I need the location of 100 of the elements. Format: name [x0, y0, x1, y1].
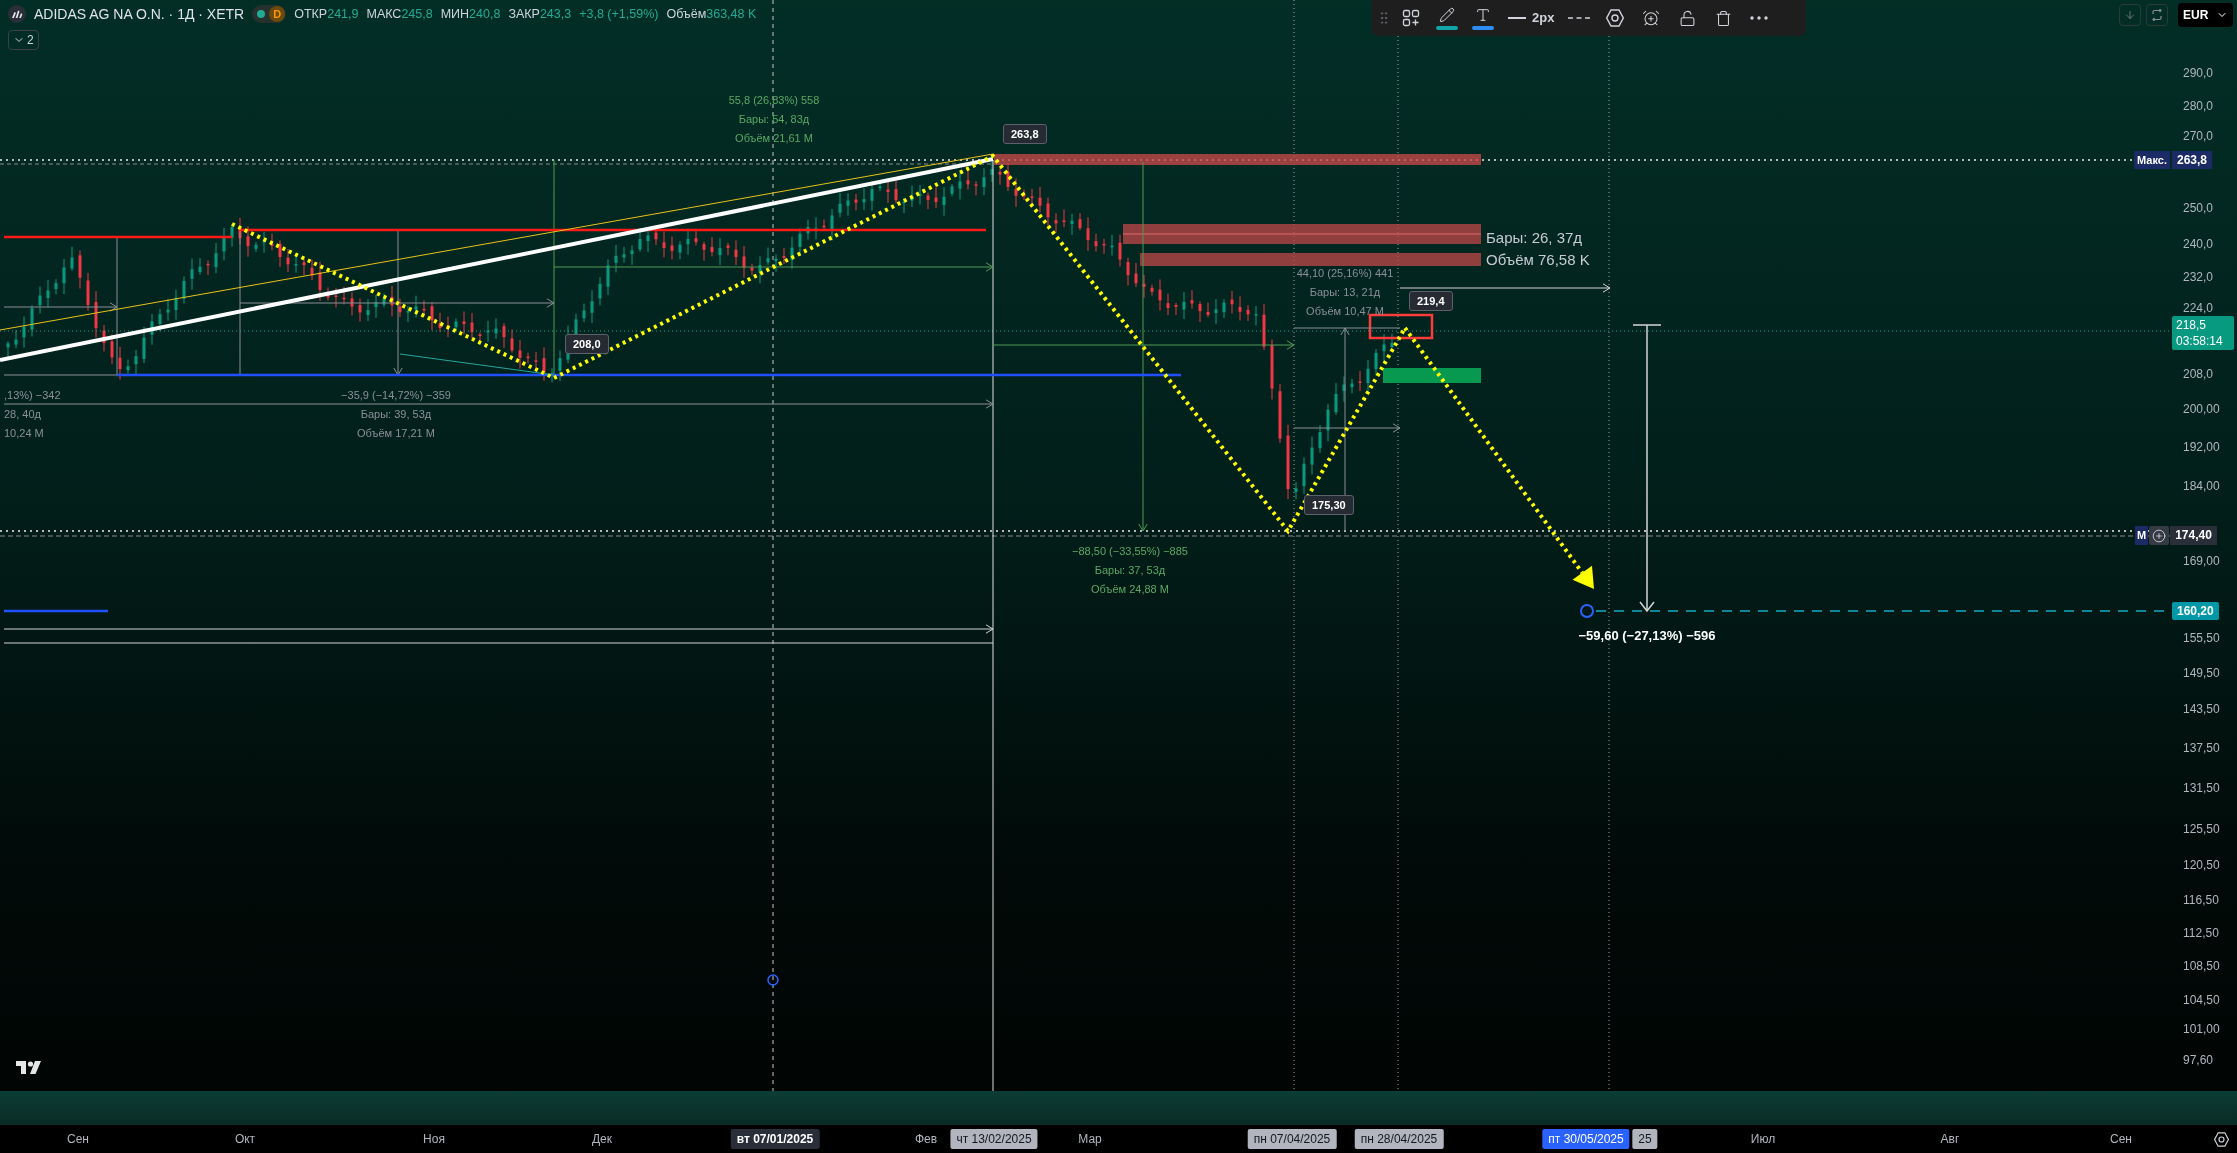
ring-icon — [1580, 604, 1594, 618]
more-icon — [1750, 16, 1769, 20]
ohlc-value: 243,3 — [539, 5, 572, 23]
price-callout: 219,4 — [1409, 291, 1453, 311]
time-label: Июл — [1750, 1131, 1776, 1148]
alarm-clock-plus-icon — [1642, 9, 1661, 27]
text-icon — [1475, 6, 1491, 23]
price-tick: 224,0 — [2183, 301, 2214, 315]
time-label: Дек — [591, 1131, 613, 1148]
price-tick: 192,00 — [2183, 440, 2220, 454]
price-tick: 137,50 — [2183, 741, 2220, 755]
price-tick: 250,0 — [2183, 201, 2214, 215]
measurement-label: Бары: 39, 53д — [360, 407, 432, 421]
ring-icon — [767, 974, 779, 986]
collapse-button[interactable]: 2 — [8, 30, 39, 50]
price-tick: 101,00 — [2183, 1022, 2220, 1036]
marker-label: М — [2135, 526, 2149, 545]
time-label: Окт — [234, 1131, 256, 1148]
measurement-label: Бары: 26, 37д — [1486, 228, 1583, 248]
price-tick: 104,50 — [2183, 993, 2220, 1007]
price-tick: 184,00 — [2183, 479, 2220, 493]
price-tick: 116,50 — [2183, 893, 2219, 907]
price-tick: 270,0 — [2183, 129, 2214, 143]
price-tick: 131,50 — [2183, 781, 2220, 795]
price-callout: 175,30 — [1304, 495, 1354, 515]
time-label: Мар — [1078, 1131, 1102, 1148]
marker-label: Макс. — [2134, 151, 2170, 169]
time-label: Фев — [914, 1131, 938, 1148]
price-tick: 143,50 — [2183, 702, 2220, 716]
line-width-icon — [1508, 17, 1526, 19]
price-tick: 97,60 — [2183, 1053, 2214, 1067]
plus-circle-icon — [2152, 528, 2167, 543]
time-label: Ноя — [423, 1131, 445, 1148]
measurement-label: Объём 17,21 M — [357, 426, 435, 440]
price-tick: 108,50 — [2183, 959, 2220, 973]
dashed-line-icon — [1568, 17, 1591, 19]
measurement-label: −35,9 (−14,72%) −359 — [341, 388, 451, 402]
time-label: Авг — [1940, 1131, 1960, 1148]
price-callout: 263,8 — [1003, 124, 1047, 144]
measurement-label: −59,60 (−27,13%) −596 — [1578, 627, 1716, 645]
scale-mode-button[interactable] — [2146, 4, 2168, 26]
price-value: 218,5 — [2176, 317, 2207, 333]
pencil-icon — [1439, 6, 1455, 23]
time-label: чт 13/02/2025 — [950, 1129, 1038, 1149]
logo-icon — [8, 5, 26, 23]
measurement-label: ,13%) −342 — [4, 388, 61, 402]
price-change: +3,8 (+1,59%) — [579, 5, 659, 23]
measurement-label: Бары: 37, 53д — [1094, 563, 1166, 577]
price-tick: 200,00 — [2183, 402, 2220, 416]
line-width-button[interactable]: 2px — [1502, 3, 1561, 33]
settings-icon — [1606, 9, 1625, 27]
volume-label: Объём — [666, 5, 707, 23]
price-marker: 263,8 — [2171, 151, 2212, 169]
swap-arrows-icon — [2151, 9, 2163, 21]
ohlc-value: 240,8 — [469, 5, 501, 23]
price-tick: 290,0 — [2183, 66, 2214, 80]
time-label: пн 28/04/2025 — [1354, 1129, 1444, 1149]
delay-indicator: D — [269, 6, 286, 22]
measurement-label: Объём 21,61 M — [735, 131, 813, 145]
price-tick: 280,0 — [2183, 99, 2214, 113]
grid-plus-icon — [1402, 9, 1420, 27]
time-label: 25 — [1632, 1129, 1658, 1149]
logo-icon — [16, 1061, 42, 1074]
measurement-label: Объём 10,47 M — [1306, 304, 1384, 318]
time-label: пт 30/05/2025 — [1542, 1129, 1630, 1149]
price-tick: 240,0 — [2183, 237, 2214, 251]
time-label: пн 07/04/2025 — [1247, 1129, 1337, 1149]
unlock-icon — [1678, 9, 1696, 27]
symbol-title: ADIDAS AG NA O.N. · 1Д · XETR — [34, 4, 245, 24]
price-tick: 155,50 — [2183, 631, 2220, 645]
price-marker: 160,20 — [2172, 602, 2219, 620]
measurement-label: 10,24 M — [4, 426, 44, 440]
ohlc-value: 245,8 — [401, 5, 433, 23]
ohlc-label: ОТКР — [294, 5, 328, 23]
measurement-label: Бары: 13, 21д — [1309, 285, 1381, 299]
arrow-down-icon — [2124, 9, 2136, 21]
measurement-label: Объём 76,58 K — [1486, 250, 1590, 270]
time-label: Сен — [2110, 1131, 2132, 1148]
settings-icon — [2213, 1131, 2229, 1147]
countdown-timer: 03:58:14 — [2176, 333, 2223, 349]
price-tick: 120,50 — [2183, 858, 2220, 872]
measurement-label: 28, 40д — [4, 407, 41, 421]
measurement-label: −88,50 (−33,55%) −885 — [1072, 544, 1188, 558]
measurement-label: 44,10 (25,16%) 441 — [1296, 266, 1394, 280]
measurement-label: Объём 24,88 M — [1091, 582, 1169, 596]
price-tick: 125,50 — [2183, 822, 2220, 836]
measurement-label: Бары: 54, 83д — [738, 112, 810, 126]
price-tick: 169,00 — [2183, 554, 2220, 568]
trash-icon — [1714, 9, 1732, 27]
time-label: вт 07/01/2025 — [730, 1129, 820, 1149]
currency-dropdown[interactable]: EUR — [2178, 3, 2233, 27]
status-dot-icon — [257, 10, 266, 18]
price-callout: 208,0 — [565, 334, 609, 354]
price-tick: 149,50 — [2183, 666, 2220, 680]
ohlc-label: ЗАКР — [508, 5, 540, 23]
ohlc-label: МИН — [440, 5, 470, 23]
ohlc-value: 241,9 — [327, 5, 359, 23]
add-alert-button[interactable] — [2149, 526, 2170, 545]
price-tick: 112,50 — [2183, 926, 2219, 940]
ohlc-label: МАКС — [366, 5, 402, 23]
